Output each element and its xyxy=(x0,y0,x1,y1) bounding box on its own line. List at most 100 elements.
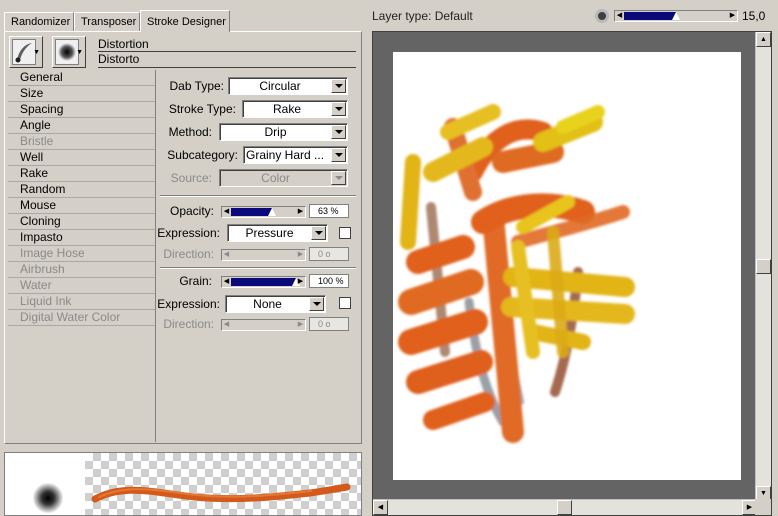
painting-strokes xyxy=(398,104,635,443)
opacity-slider-thumb[interactable] xyxy=(267,208,276,216)
grain-value-field[interactable]: 100 % xyxy=(309,274,349,288)
tab-transposer[interactable]: Transposer xyxy=(74,12,140,31)
source-value: Color xyxy=(261,171,290,185)
stroke-category-well[interactable]: Well xyxy=(8,150,155,166)
dab-type-value: Circular xyxy=(259,79,301,93)
stroke-type-value: Rake xyxy=(272,102,301,116)
stroke-category-digital-water-color: Digital Water Color xyxy=(8,310,155,326)
brush-size-value: 15,0 xyxy=(742,9,766,23)
stroke-category-spacing[interactable]: Spacing xyxy=(8,102,155,118)
tab-randomizer[interactable]: Randomizer xyxy=(4,12,74,31)
slider-right-arrow-icon[interactable]: ▶ xyxy=(728,11,737,21)
stroke-category-bristle: Bristle xyxy=(8,134,155,150)
stroke-category-list: General Size Spacing Angle Bristle Well Rake Ra… xyxy=(8,70,156,442)
chevron-down-icon xyxy=(331,148,346,162)
stroke-type-dropdown[interactable]: Rake xyxy=(242,100,348,118)
grain-expression-dropdown[interactable]: None xyxy=(225,295,326,313)
opacity-slider-fill xyxy=(231,208,272,216)
grain-direction-field: 0 o xyxy=(309,317,349,331)
stroke-category-image-hose: Image Hose xyxy=(8,246,155,262)
slider-right-arrow-icon: ▶ xyxy=(297,251,304,258)
opacity-value-field[interactable]: 63 % xyxy=(309,204,349,218)
chevron-down-icon: ▼ xyxy=(33,49,40,56)
stroke-preview xyxy=(4,452,362,516)
brush-size-icon xyxy=(595,9,609,23)
subcategory-dropdown[interactable]: Grainy Hard ... xyxy=(243,146,348,164)
stroke-preview-area xyxy=(85,453,361,515)
slider-left-arrow-icon: ◀ xyxy=(223,251,230,258)
grain-direction-label: Direction: xyxy=(163,317,214,331)
dab-preview xyxy=(33,483,63,513)
grain-invert-checkbox[interactable] xyxy=(339,297,351,309)
opacity-expression-value: Pressure xyxy=(245,226,294,240)
chevron-down-icon xyxy=(309,297,324,311)
chevron-down-icon xyxy=(331,125,346,139)
opacity-invert-checkbox[interactable] xyxy=(339,227,351,239)
vertical-scroll-thumb[interactable] xyxy=(756,259,771,274)
scroll-up-icon[interactable]: ▲ xyxy=(756,32,771,47)
grain-slider-fill xyxy=(231,278,296,286)
chevron-down-icon xyxy=(331,171,346,185)
brush-size-slider[interactable]: ◀ ▶ xyxy=(614,10,738,22)
source-label: Source: xyxy=(170,171,212,185)
slider-left-arrow-icon[interactable]: ◀ xyxy=(615,11,624,21)
document-canvas[interactable] xyxy=(393,52,741,480)
slider-left-arrow-icon: ◀ xyxy=(223,321,230,328)
slider-right-arrow-icon[interactable]: ▶ xyxy=(296,277,305,287)
stroke-category-mouse[interactable]: Mouse xyxy=(8,198,155,214)
brush-size-slider-fill xyxy=(624,12,676,20)
brush-variant-name: Distorto xyxy=(98,52,140,66)
slider-left-arrow-icon[interactable]: ◀ xyxy=(222,277,231,287)
horizontal-scroll-thumb[interactable] xyxy=(557,500,572,515)
canvas-window: ▲ ▼ ◀ ▶ xyxy=(372,31,772,516)
grain-label: Grain: xyxy=(179,274,212,288)
dab-type-label: Dab Type: xyxy=(169,79,224,93)
grain-direction-slider: ◀ ▶ xyxy=(221,319,306,331)
slider-right-arrow-icon[interactable]: ▶ xyxy=(296,207,305,217)
stroke-category-size[interactable]: Size xyxy=(8,86,155,102)
dab-type-dropdown[interactable]: Circular xyxy=(228,77,348,95)
tab-stroke-designer[interactable]: Stroke Designer xyxy=(140,10,230,32)
chevron-down-icon xyxy=(331,102,346,116)
opacity-label: Opacity: xyxy=(169,204,214,218)
brush-variant-selector[interactable]: ▼ xyxy=(52,36,86,68)
brush-size-slider-thumb[interactable] xyxy=(672,12,680,20)
slider-left-arrow-icon[interactable]: ◀ xyxy=(222,207,231,217)
grain-expression-label: Expression: xyxy=(157,297,220,311)
source-dropdown: Color xyxy=(219,169,348,187)
stroke-category-impasto[interactable]: Impasto xyxy=(8,230,155,246)
method-value: Drip xyxy=(264,125,287,139)
method-label: Method: xyxy=(168,125,212,139)
subcategory-value: Grainy Hard ... xyxy=(246,148,325,162)
stroke-category-airbrush: Airbrush xyxy=(8,262,155,278)
opacity-slider[interactable]: ◀ ▶ xyxy=(221,206,306,218)
scroll-left-icon[interactable]: ◀ xyxy=(373,500,388,515)
stroke-category-rake[interactable]: Rake xyxy=(8,166,155,182)
stroke-category-liquid-ink: Liquid Ink xyxy=(8,294,155,310)
stroke-category-angle[interactable]: Angle xyxy=(8,118,155,134)
stroke-category-general[interactable]: General xyxy=(8,70,155,86)
vertical-scrollbar[interactable]: ▲ ▼ xyxy=(755,32,771,501)
section-divider xyxy=(160,267,356,269)
brush-category-name: Distortion xyxy=(98,37,149,51)
horizontal-scrollbar[interactable]: ◀ ▶ xyxy=(373,499,757,515)
opacity-expression-dropdown[interactable]: Pressure xyxy=(227,224,328,242)
section-divider xyxy=(160,195,356,197)
scrollbar-corner xyxy=(755,499,771,515)
stroke-category-water: Water xyxy=(8,278,155,294)
grain-slider[interactable]: ◀ ▶ xyxy=(221,276,306,288)
method-dropdown[interactable]: Drip xyxy=(219,123,348,141)
subcategory-label: Subcategory: xyxy=(167,148,238,162)
stroke-type-label: Stroke Type: xyxy=(168,102,236,116)
grain-expression-value: None xyxy=(253,297,282,311)
layer-type-label: Layer type: Default xyxy=(372,9,473,23)
opacity-direction-slider: ◀ ▶ xyxy=(221,249,306,261)
chevron-down-icon: ▼ xyxy=(76,49,83,56)
stroke-category-random[interactable]: Random xyxy=(8,182,155,198)
brush-category-selector[interactable]: ▼ xyxy=(9,36,43,68)
opacity-direction-field: 0 o xyxy=(309,247,349,261)
chevron-down-icon xyxy=(311,226,326,240)
stroke-category-cloning[interactable]: Cloning xyxy=(8,214,155,230)
slider-right-arrow-icon: ▶ xyxy=(297,321,304,328)
header-divider xyxy=(98,67,356,68)
